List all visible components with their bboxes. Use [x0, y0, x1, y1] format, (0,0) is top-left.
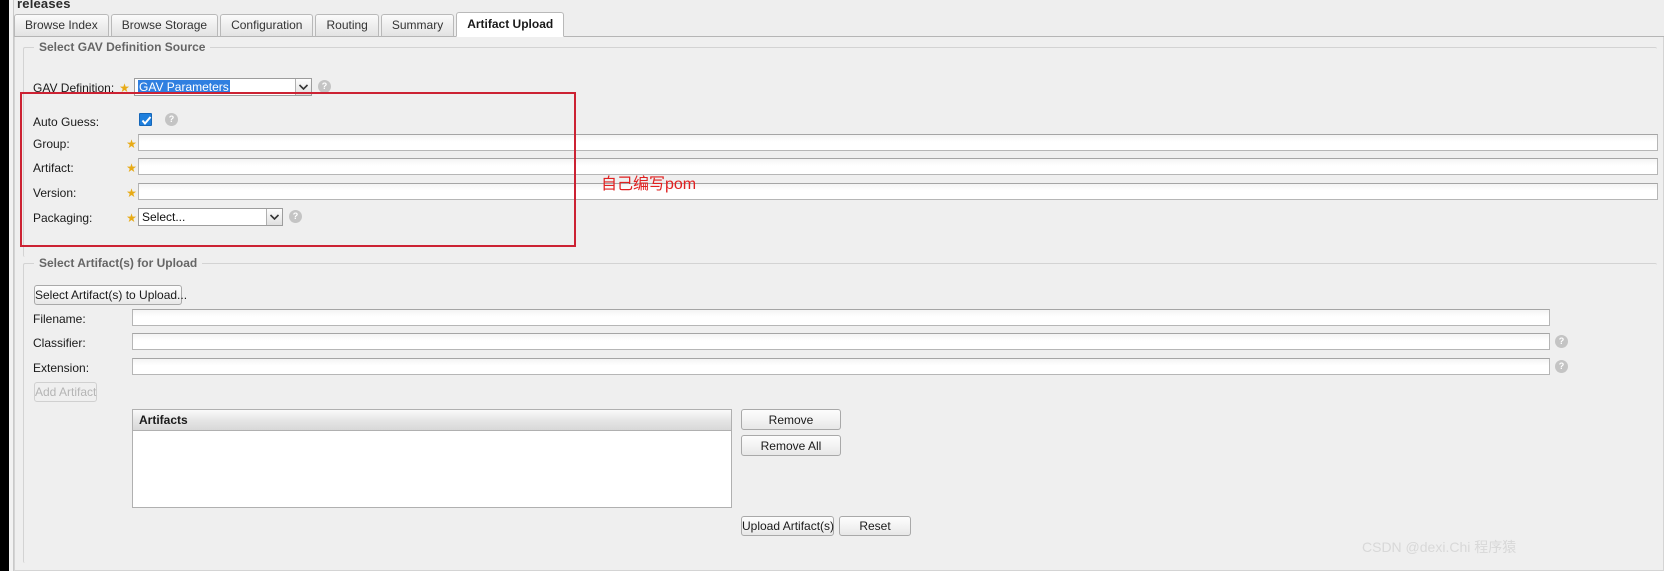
tab-configuration[interactable]: Configuration	[220, 14, 314, 37]
version-required-star: ★	[126, 186, 137, 200]
content-panel: Select GAV Definition Source GAV Definit…	[14, 37, 1664, 571]
artifact-upload-page: releases Browse Index Browse Storage Con…	[0, 0, 1664, 571]
group-required-star: ★	[126, 137, 137, 151]
packaging-label: Packaging:	[33, 211, 93, 225]
upload-artifacts-button[interactable]: Upload Artifact(s)	[741, 516, 834, 536]
annotation-text: 自己编写pom	[601, 176, 697, 193]
filename-label: Filename:	[33, 312, 86, 326]
reset-button[interactable]: Reset	[839, 516, 911, 536]
classifier-label: Classifier:	[33, 336, 86, 350]
artifacts-table-header: Artifacts	[133, 410, 731, 431]
extension-help-icon[interactable]: ?	[1555, 360, 1568, 373]
add-artifact-button[interactable]: Add Artifact	[34, 382, 97, 402]
gav-definition-required-star: ★	[119, 81, 130, 95]
artifact-input[interactable]	[138, 158, 1658, 175]
extension-input[interactable]	[132, 358, 1550, 375]
version-label: Version:	[33, 186, 77, 200]
auto-guess-checkbox[interactable]	[139, 113, 152, 126]
tab-browse-storage[interactable]: Browse Storage	[110, 14, 219, 37]
gav-definition-value: GAV Parameters	[138, 80, 230, 94]
gav-definition-label: GAV Definition:	[33, 81, 115, 95]
gav-definition-fieldset: Select GAV Definition Source GAV Definit…	[23, 40, 1658, 257]
artifacts-table: Artifacts	[132, 409, 732, 508]
extension-label: Extension:	[33, 361, 90, 375]
remove-button[interactable]: Remove	[741, 409, 841, 430]
window-left-edge	[0, 0, 9, 571]
page-title: releases	[17, 0, 71, 11]
packaging-select[interactable]: Select...	[138, 208, 283, 226]
group-label: Group:	[33, 137, 70, 151]
tab-artifact-upload[interactable]: Artifact Upload	[456, 12, 565, 37]
tab-list: Browse Index Browse Storage Configuratio…	[14, 12, 566, 37]
packaging-value: Select...	[142, 210, 186, 224]
auto-guess-help-icon[interactable]: ?	[165, 113, 178, 126]
select-artifacts-fieldset: Select Artifact(s) for Upload Select Art…	[23, 256, 1657, 563]
group-input[interactable]	[138, 134, 1658, 151]
chevron-down-icon[interactable]	[295, 79, 311, 95]
tab-routing[interactable]: Routing	[315, 14, 379, 37]
filename-input[interactable]	[132, 309, 1550, 326]
gav-definition-help-icon[interactable]: ?	[318, 80, 331, 93]
select-artifacts-to-upload-button[interactable]: Select Artifact(s) to Upload...	[34, 285, 187, 305]
packaging-help-icon[interactable]: ?	[289, 210, 302, 223]
gav-definition-select[interactable]: GAV Parameters	[134, 78, 312, 96]
auto-guess-label: Auto Guess:	[33, 115, 100, 129]
packaging-required-star: ★	[126, 211, 137, 225]
version-input[interactable]	[138, 183, 1658, 200]
tab-browse-index[interactable]: Browse Index	[14, 14, 109, 37]
artifacts-table-body[interactable]	[133, 431, 731, 507]
chevron-down-icon[interactable]	[266, 209, 282, 225]
classifier-input[interactable]	[132, 333, 1550, 350]
check-icon	[141, 116, 152, 126]
classifier-help-icon[interactable]: ?	[1555, 335, 1568, 348]
tab-summary[interactable]: Summary	[380, 14, 455, 37]
artifact-required-star: ★	[126, 161, 137, 175]
gav-fieldset-legend: Select GAV Definition Source	[34, 40, 211, 54]
artifact-label: Artifact:	[33, 161, 74, 175]
csdn-watermark: CSDN @dexi.Chi 程序猿	[1362, 539, 1517, 555]
remove-all-button[interactable]: Remove All	[741, 435, 841, 456]
tab-bar: Browse Index Browse Storage Configuratio…	[14, 12, 1664, 37]
upload-fieldset-legend: Select Artifact(s) for Upload	[34, 256, 203, 270]
